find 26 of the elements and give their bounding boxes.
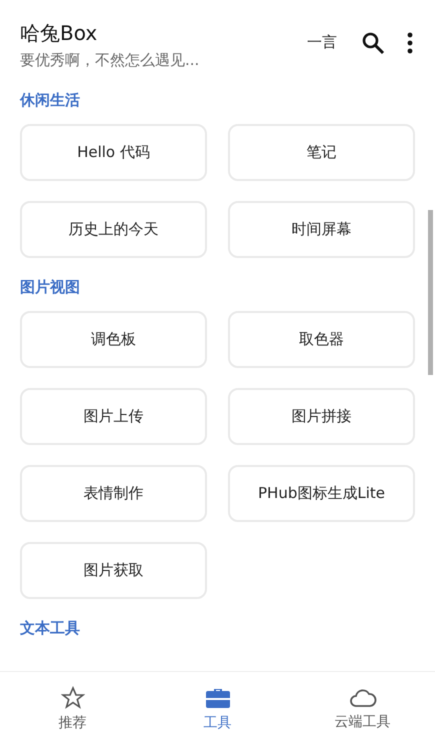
tool-button[interactable]: 图片获取 <box>20 542 207 599</box>
tool-button[interactable]: 调色板 <box>20 311 207 368</box>
tool-button[interactable]: 取色器 <box>228 311 415 368</box>
app-title: 哈兔Box <box>20 20 98 46</box>
search-icon <box>361 30 385 54</box>
tool-button[interactable]: 笔记 <box>228 124 415 181</box>
tool-button[interactable]: PHub图标生成Lite <box>228 465 415 522</box>
section-title: 文本工具 <box>20 619 81 638</box>
tool-button[interactable]: Hello 代码 <box>20 124 207 181</box>
quote-button[interactable]: 一言 <box>303 29 341 56</box>
nav-tab[interactable]: 推荐 <box>0 672 145 746</box>
tool-button[interactable]: 图片上传 <box>20 388 207 445</box>
more-icon <box>407 30 413 54</box>
tool-button[interactable]: 历史上的今天 <box>20 201 207 258</box>
toolbox-icon <box>204 686 230 710</box>
star-icon <box>60 686 84 710</box>
app-subtitle: 要优秀啊，不然怎么遇见... <box>20 50 200 70</box>
cloud-icon <box>348 687 376 709</box>
tool-button[interactable]: 时间屏幕 <box>228 201 415 258</box>
nav-tab[interactable]: 工具 <box>145 672 290 746</box>
section-title: 休闲生活 <box>20 91 81 110</box>
tool-button[interactable]: 表情制作 <box>20 465 207 522</box>
scrollbar[interactable] <box>428 210 433 375</box>
tool-button[interactable]: 图片拼接 <box>228 388 415 445</box>
nav-tab[interactable]: 云端工具 <box>290 672 435 746</box>
section-title: 图片视图 <box>20 278 81 297</box>
